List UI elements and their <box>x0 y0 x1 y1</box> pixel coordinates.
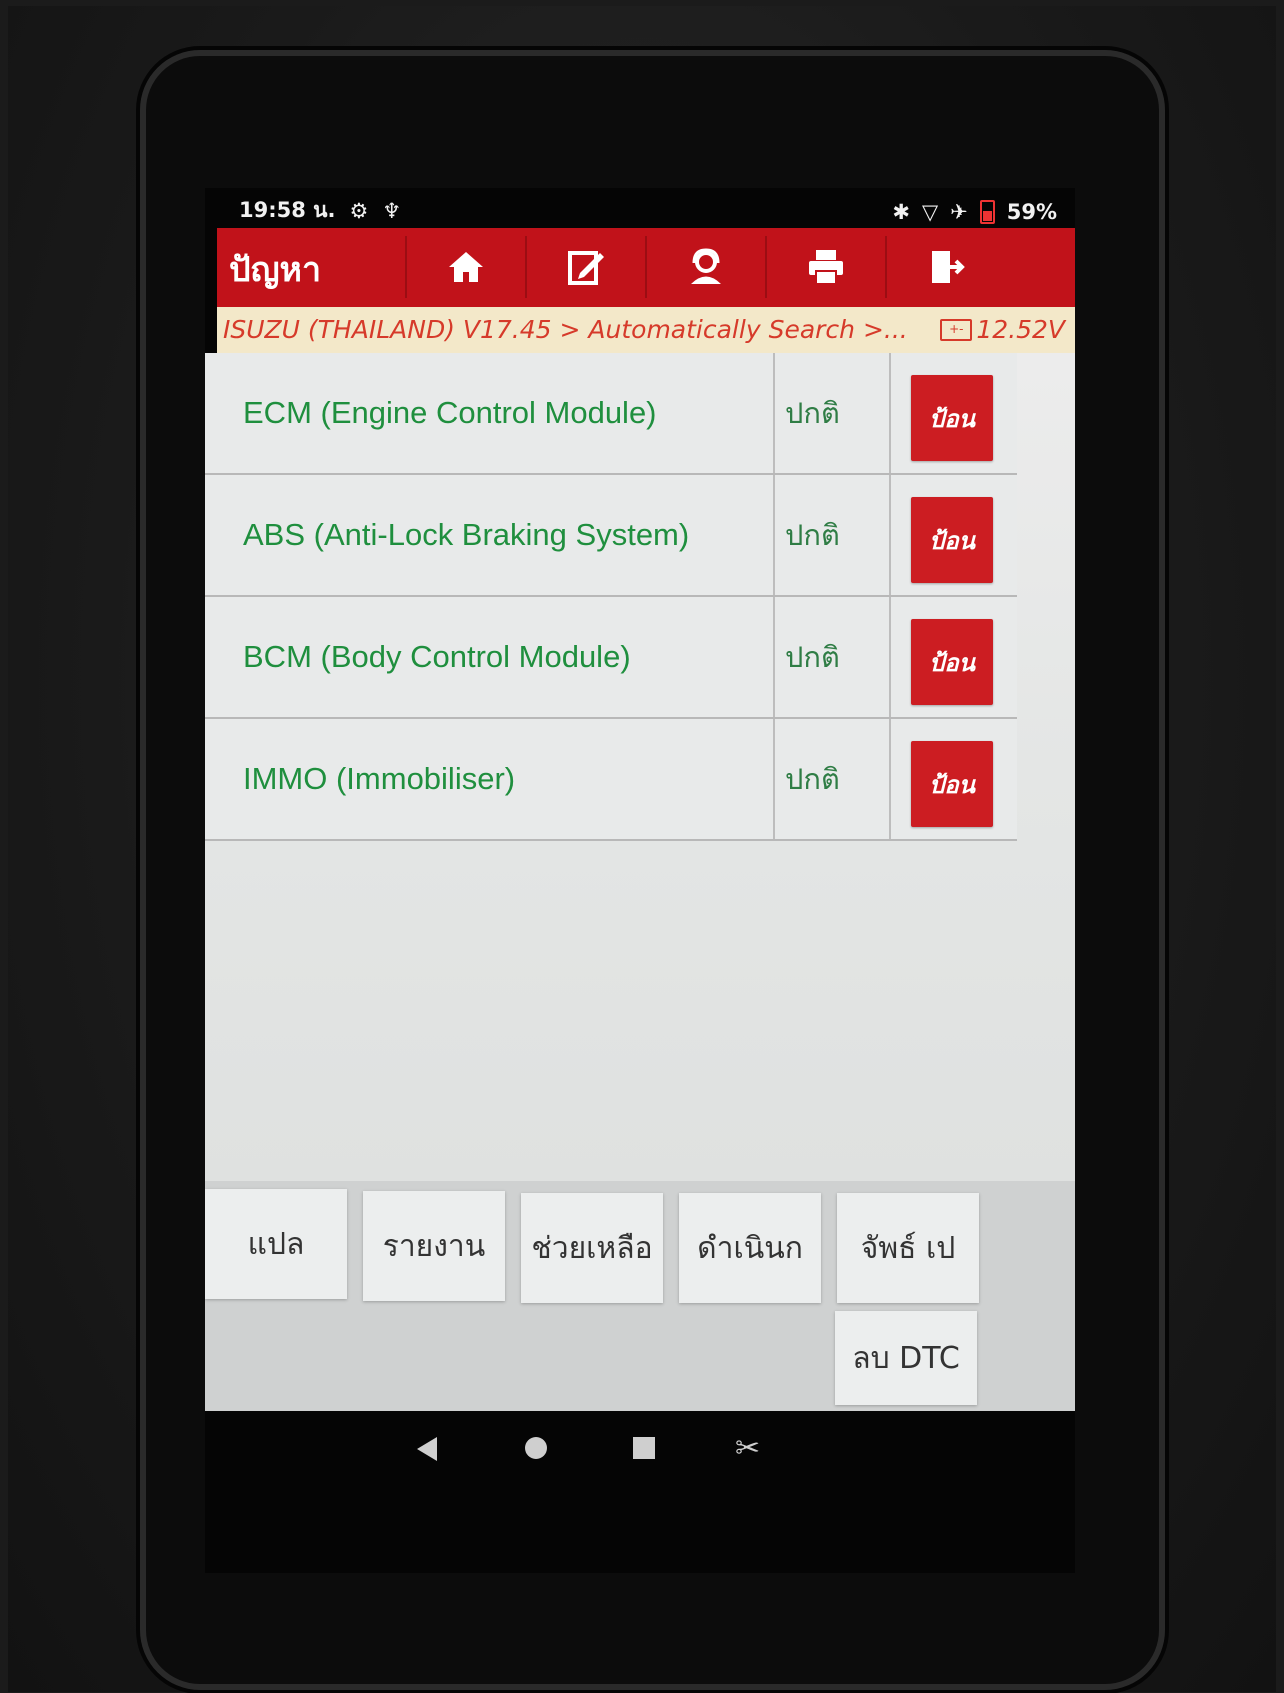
settings-status-icon: ⚙ <box>349 198 369 223</box>
system-status: ปกติ <box>777 597 891 717</box>
breadcrumb-path: ISUZU (THAILAND) V17.45 > Automatically … <box>223 315 908 344</box>
list-item[interactable]: ABS (Anti-Lock Braking System) ปกติ ป้อน <box>205 475 1017 597</box>
home-nav-button[interactable] <box>525 1437 547 1459</box>
system-list: ECM (Engine Control Module) ปกติ ป้อน AB… <box>205 353 1075 1181</box>
list-item[interactable]: ECM (Engine Control Module) ปกติ ป้อน <box>205 353 1017 475</box>
stethoscope-status-icon: ♆ <box>382 198 402 223</box>
system-status: ปกติ <box>777 719 891 839</box>
list-item[interactable]: IMMO (Immobiliser) ปกติ ป้อน <box>205 719 1017 841</box>
wifi-icon: ▽ <box>921 200 939 224</box>
screenshot-button[interactable]: ✂ <box>735 1431 760 1466</box>
home-circle-icon <box>525 1437 547 1459</box>
app-bar: ปัญหา <box>217 228 1075 307</box>
function-bar: แปล รายงาน ช่วยเหลือ ดำเนินก จัพธ์ เป ลบ… <box>205 1181 1075 1411</box>
airplane-icon: ✈ <box>950 200 968 224</box>
page-title: ปัญหา <box>229 250 322 290</box>
system-name: BCM (Body Control Module) <box>205 597 775 717</box>
system-status: ปกติ <box>777 353 891 473</box>
list-item[interactable]: BCM (Body Control Module) ปกติ ป้อน <box>205 597 1017 719</box>
exit-button[interactable] <box>885 236 1005 298</box>
system-name: IMMO (Immobiliser) <box>205 719 775 839</box>
home-button[interactable] <box>405 236 525 298</box>
home-icon <box>449 252 483 282</box>
system-name: ABS (Anti-Lock Braking System) <box>205 475 775 595</box>
screen: 19:58 น. ⚙ ♆ ✱ ▽ ✈ 59% ปัญหา ISUZU (THAI… <box>205 188 1075 1573</box>
voltage-value: 12.52V <box>976 315 1065 344</box>
back-icon <box>417 1437 437 1461</box>
bluetooth-icon: ✱ <box>892 200 910 224</box>
enter-button[interactable]: ป้อน <box>911 619 993 705</box>
edit-report-icon <box>568 251 604 285</box>
clear-dtc-button[interactable]: ลบ DTC <box>835 1311 977 1405</box>
back-button[interactable] <box>417 1437 437 1461</box>
voltage-readout: +- 12.52V <box>940 315 1065 344</box>
proceed-button[interactable]: ดำเนินก <box>679 1193 821 1303</box>
report-button[interactable]: รายงาน <box>363 1191 505 1301</box>
print-button[interactable] <box>765 236 885 298</box>
enter-button[interactable]: ป้อน <box>911 741 993 827</box>
android-nav-bar: ✂ <box>205 1411 1075 1501</box>
recents-button[interactable] <box>633 1437 655 1459</box>
status-time: 19:58 น. <box>239 198 336 222</box>
battery-percent: 59% <box>1006 200 1057 224</box>
edit-report-button[interactable] <box>525 236 645 298</box>
print-icon <box>809 250 843 285</box>
exit-icon <box>932 251 965 283</box>
support-button[interactable] <box>645 236 765 298</box>
car-battery-icon: +- <box>940 318 973 341</box>
status-bar: 19:58 น. ⚙ ♆ ✱ ▽ ✈ 59% <box>205 188 1075 228</box>
breadcrumb: ISUZU (THAILAND) V17.45 > Automatically … <box>217 307 1075 353</box>
support-agent-icon <box>691 248 721 284</box>
help-button[interactable]: ช่วยเหลือ <box>521 1193 663 1303</box>
screenshot-icon: ✂ <box>735 1431 761 1466</box>
translate-button[interactable]: แปล <box>205 1189 347 1299</box>
battery-icon <box>979 200 995 224</box>
enter-button[interactable]: ป้อน <box>911 497 993 583</box>
print-result-button[interactable]: จัพธ์ เป <box>837 1193 979 1303</box>
system-name: ECM (Engine Control Module) <box>205 353 775 473</box>
system-status: ปกติ <box>777 475 891 595</box>
enter-button[interactable]: ป้อน <box>911 375 993 461</box>
recents-icon <box>633 1437 655 1459</box>
